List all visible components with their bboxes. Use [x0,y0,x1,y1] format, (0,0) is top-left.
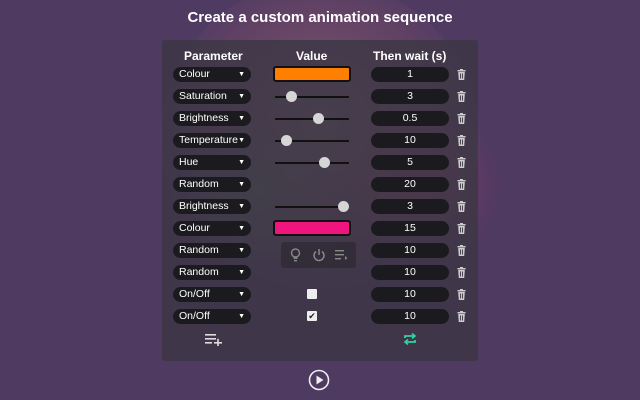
parameter-select[interactable]: Random ▼ [173,265,251,280]
color-picker[interactable] [273,220,351,236]
parameter-select[interactable]: Random ▼ [173,177,251,192]
chevron-down-icon: ▼ [238,93,245,100]
chevron-down-icon: ▼ [238,181,245,188]
parameter-select-value: Saturation [179,90,227,102]
wait-input[interactable]: 15 [371,221,449,236]
chevron-down-icon: ▼ [238,291,245,298]
wait-input[interactable]: 10 [371,265,449,280]
trash-icon[interactable] [457,157,466,168]
trash-icon[interactable] [457,201,466,212]
slider-handle[interactable] [318,157,330,168]
sequence-row: Random ▼ 10 [162,240,478,268]
wait-input[interactable]: 0.5 [371,111,449,126]
wait-input[interactable]: 1 [371,67,449,82]
chevron-down-icon: ▼ [238,225,245,232]
slider-handle[interactable] [286,91,298,102]
play-icon[interactable] [308,369,330,391]
parameter-select[interactable]: Hue ▼ [173,155,251,170]
chevron-down-icon: ▼ [238,269,245,276]
sequence-row: Random ▼ 20 [162,174,478,196]
sequence-row: Temperature ▼ 10 [162,130,478,152]
add-row-icon[interactable] [205,332,223,346]
sequence-row: Brightness ▼ 3 [162,196,478,218]
trash-icon[interactable] [457,245,466,256]
parameter-select-value: Hue [179,156,199,168]
trash-icon[interactable] [457,311,466,322]
sequence-row: On/Off ▼ 10 [162,284,478,306]
value-slider[interactable] [275,200,350,214]
list-icon[interactable] [335,249,348,261]
wait-input[interactable]: 10 [371,243,449,258]
header-wait: Then wait (s) [373,49,447,63]
chevron-down-icon: ▼ [238,159,245,166]
trash-icon[interactable] [457,69,466,80]
trash-icon[interactable] [457,91,466,102]
value-slider[interactable] [275,134,349,148]
parameter-select-value: Colour [179,68,210,80]
value-slider[interactable] [275,112,349,126]
wait-input[interactable]: 10 [371,133,449,148]
header-parameter: Parameter [184,49,243,63]
sequence-row: On/Off ▼ ✔ 10 [162,306,478,328]
page-title: Create a custom animation sequence [187,9,453,26]
value-slider[interactable] [275,90,349,104]
parameter-select[interactable]: Temperature ▼ [173,133,251,148]
parameter-select[interactable]: Saturation ▼ [173,89,251,104]
parameter-select[interactable]: Colour ▼ [173,221,251,236]
color-picker[interactable] [273,66,351,82]
parameter-select-value: On/Off [179,310,210,322]
parameter-select[interactable]: On/Off ▼ [173,287,251,302]
chevron-down-icon: ▼ [238,71,245,78]
trash-icon[interactable] [457,223,466,234]
parameter-select-value: Temperature [179,134,238,146]
parameter-select-value: Brightness [179,112,229,124]
parameter-select-value: Random [179,244,219,256]
sequence-row: Saturation ▼ 3 [162,86,478,108]
chevron-down-icon: ▼ [238,115,245,122]
sequence-row: Brightness ▼ 0.5 [162,108,478,130]
bulb-icon[interactable] [290,248,301,262]
wait-input[interactable]: 5 [371,155,449,170]
wait-input[interactable]: 20 [371,177,449,192]
parameter-select[interactable]: Brightness ▼ [173,111,251,126]
wait-input[interactable]: 3 [371,199,449,214]
on-off-checkbox[interactable]: ✔ [307,311,317,321]
parameter-select[interactable]: Colour ▼ [173,67,251,82]
sequence-row: Random ▼ 10 [162,262,478,284]
loop-icon[interactable] [402,331,418,347]
header-value: Value [296,49,328,63]
power-icon[interactable] [312,248,326,262]
chevron-down-icon: ▼ [238,313,245,320]
slider-handle[interactable] [338,201,350,212]
parameter-select-value: Random [179,178,219,190]
parameter-select-value: Colour [179,222,210,234]
parameter-select[interactable]: On/Off ▼ [173,309,251,324]
parameter-select[interactable]: Brightness ▼ [173,199,251,214]
trash-icon[interactable] [457,267,466,278]
sequence-panel: Parameter Value Then wait (s) Colour ▼ 1 Sa… [162,40,478,361]
parameter-select[interactable]: Random ▼ [173,243,251,258]
parameter-select-value: Brightness [179,200,229,212]
value-slider[interactable] [275,156,349,170]
trash-icon[interactable] [457,135,466,146]
on-off-checkbox[interactable] [307,289,317,299]
chevron-down-icon: ▼ [238,203,245,210]
parameter-select-value: Random [179,266,219,278]
wait-input[interactable]: 3 [371,89,449,104]
chevron-down-icon: ▼ [238,247,245,254]
trash-icon[interactable] [457,113,466,124]
sequence-row: Colour ▼ 15 [162,218,478,240]
chevron-down-icon: ▼ [238,137,245,144]
slider-handle[interactable] [312,113,324,124]
trash-icon[interactable] [457,289,466,300]
wait-input[interactable]: 10 [371,309,449,324]
parameter-select-value: On/Off [179,288,210,300]
slider-handle[interactable] [281,135,293,146]
trash-icon[interactable] [457,179,466,190]
slider-track [275,162,349,164]
wait-input[interactable]: 10 [371,287,449,302]
sequence-row: Colour ▼ 1 [162,64,478,86]
sequence-row: Hue ▼ 5 [162,152,478,174]
